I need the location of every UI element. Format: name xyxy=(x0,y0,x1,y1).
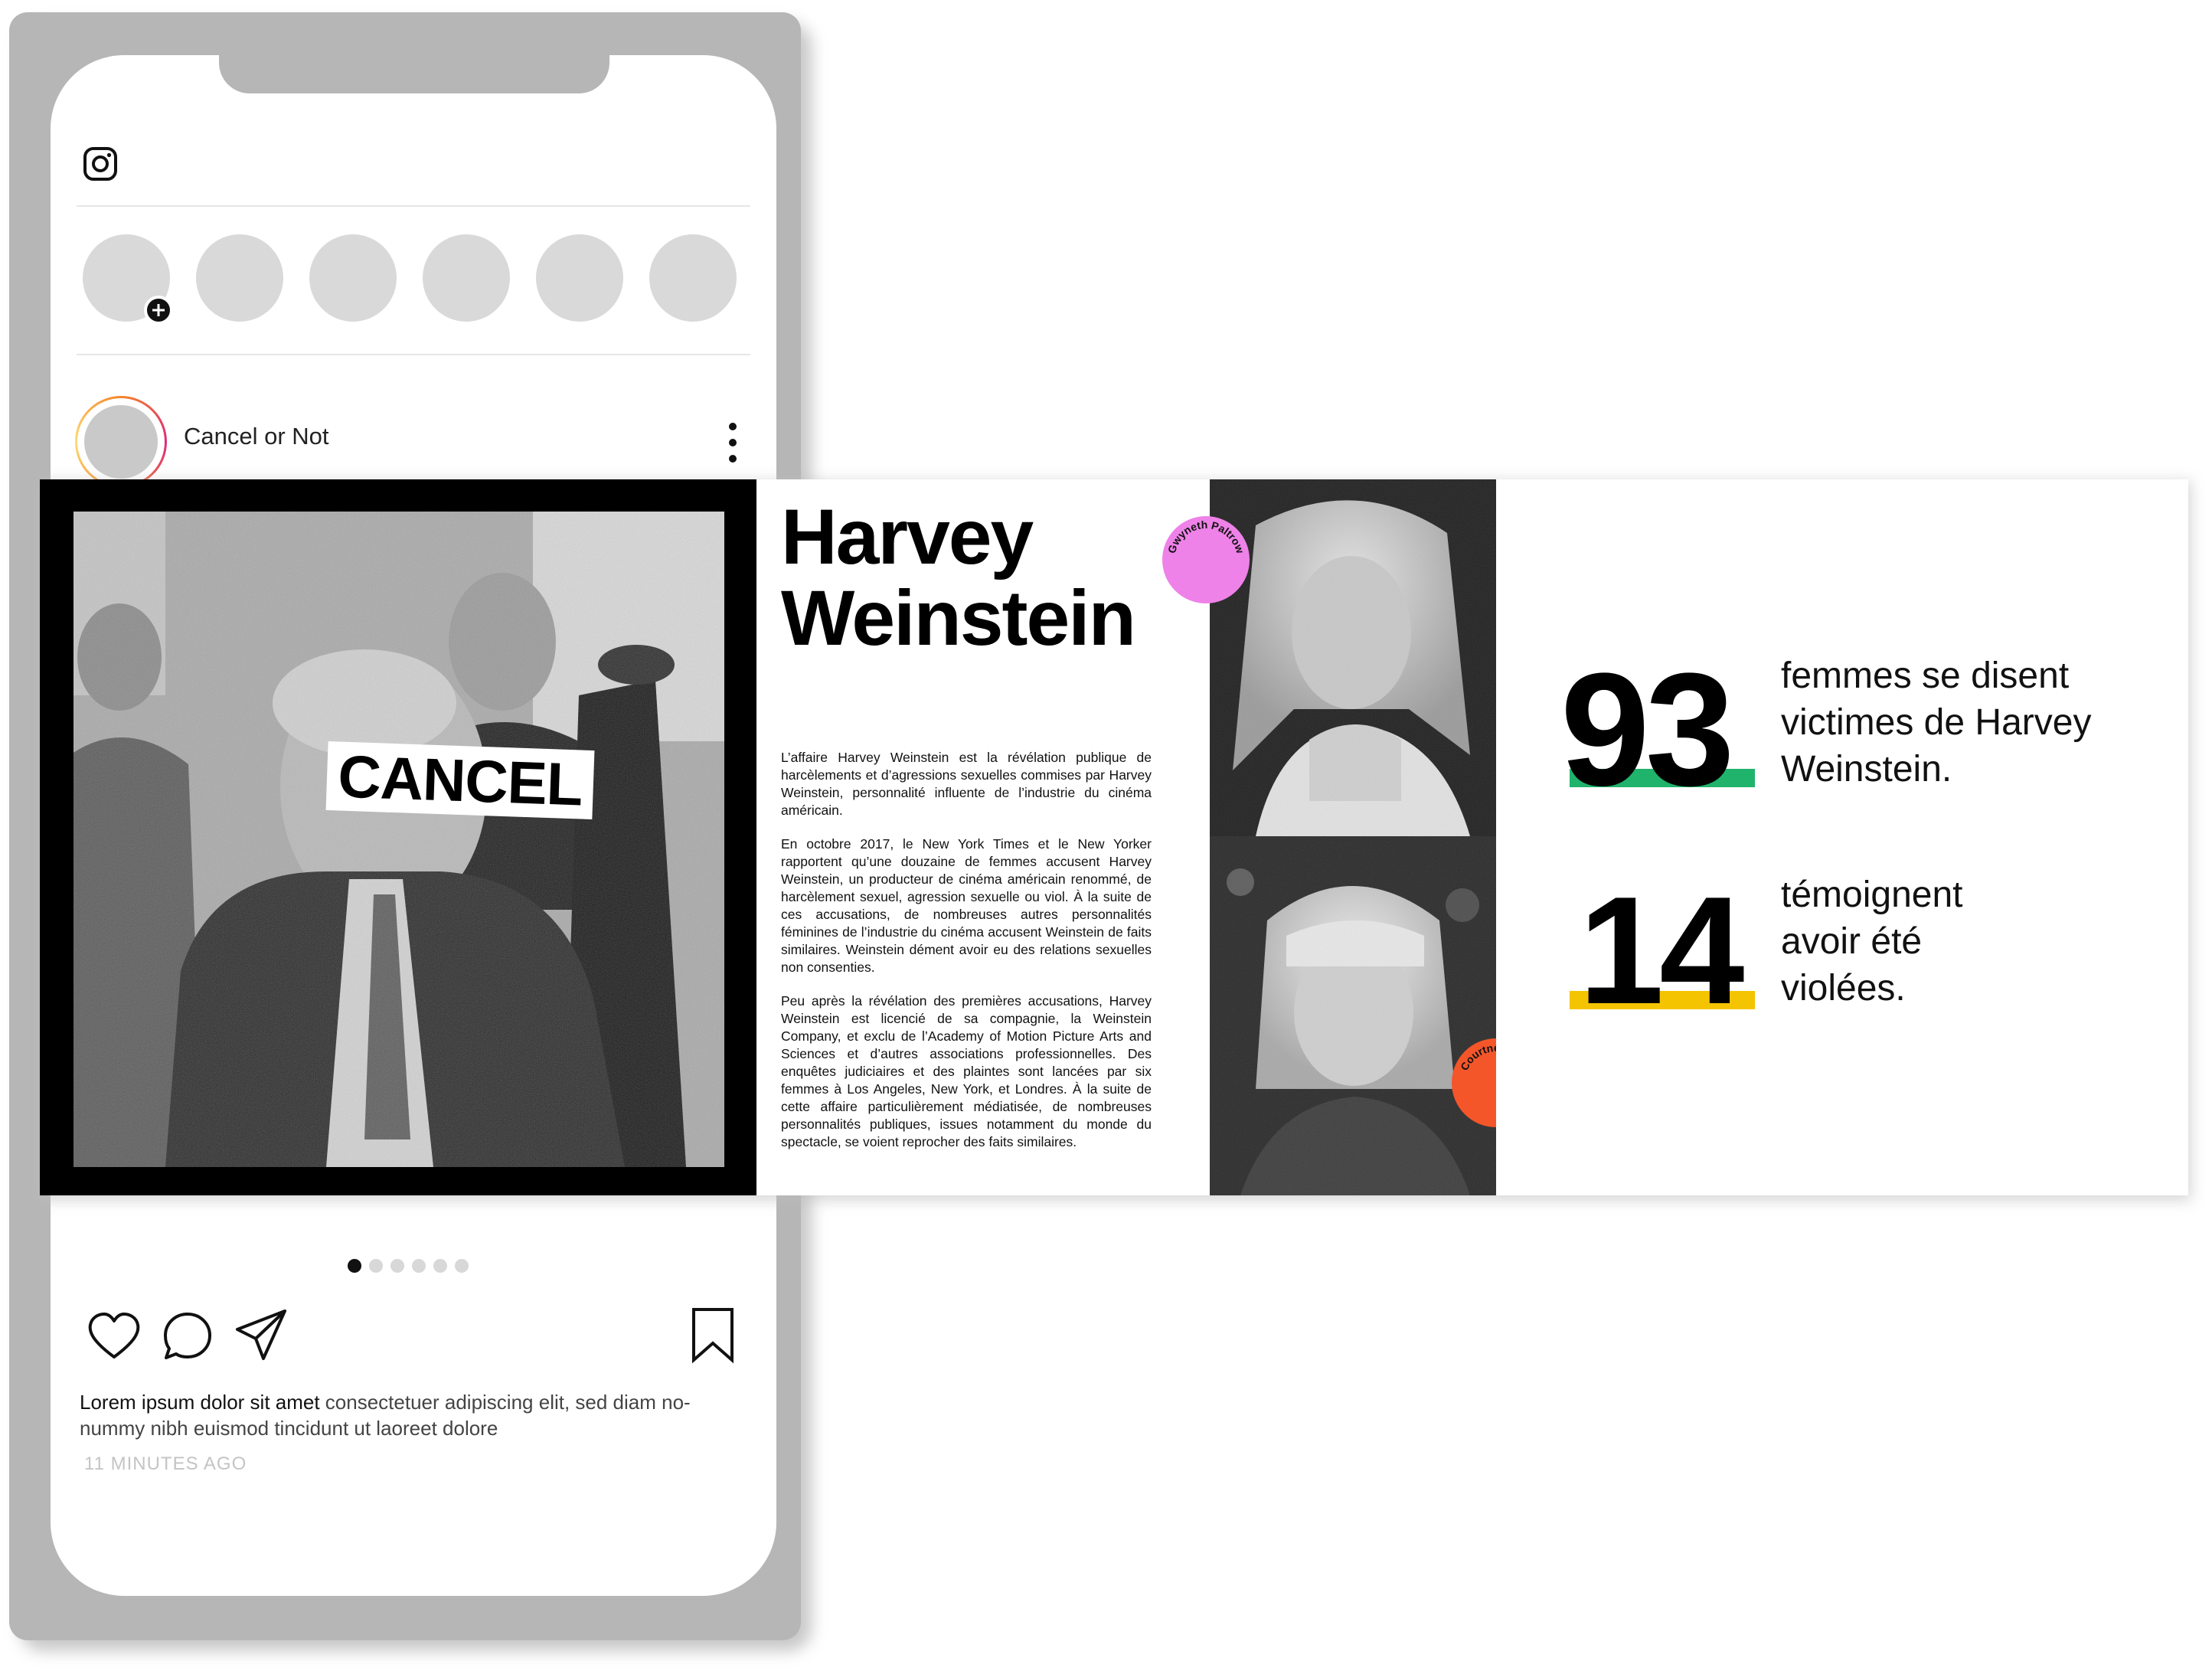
carousel-dot[interactable] xyxy=(412,1259,426,1273)
story-item[interactable] xyxy=(309,234,397,322)
stat-text-line: victimes de Harvey xyxy=(1781,702,2092,743)
stat-number-1: 93 xyxy=(1560,639,1735,819)
stat-text-line: avoir été xyxy=(1781,921,1923,962)
header-divider xyxy=(77,205,750,207)
stat-text-2: témoignent avoir été violées. xyxy=(1781,871,1963,1012)
share-icon[interactable] xyxy=(231,1305,291,1365)
stat-text-line: femmes se disent xyxy=(1781,656,2070,696)
post-timestamp: 11 MINUTES AGO xyxy=(84,1453,247,1474)
add-story-icon[interactable] xyxy=(144,296,173,325)
slide-title-line-1: Harvey xyxy=(781,493,1034,580)
stat-number-2: 14 xyxy=(1579,865,1744,1036)
badge-gwyneth: Gwyneth Paltrow xyxy=(1162,516,1250,603)
stat-text-line: témoignent xyxy=(1781,875,1963,915)
slide-body: L’affaire Harvey Weinstein est la révéla… xyxy=(781,749,1152,1167)
body-paragraph: Peu après la révélation des premières ac… xyxy=(781,993,1152,1149)
cancel-label: CANCEL xyxy=(325,741,595,820)
phone-notch xyxy=(219,55,609,93)
more-options-icon[interactable] xyxy=(727,423,738,466)
carousel-strip[interactable]: CANCEL Harvey Weinstein L’affaire Harvey… xyxy=(40,479,2188,1195)
cover-photo-illustration xyxy=(74,512,724,1167)
carousel-dot[interactable] xyxy=(369,1259,383,1273)
slide-cover: CANCEL xyxy=(40,479,756,1195)
stat-text-1: femmes se disent victimes de Harvey Wein… xyxy=(1781,652,2091,793)
slide-text: Harvey Weinstein L’affaire Harvey Weinst… xyxy=(756,479,1210,1195)
carousel-indicator xyxy=(348,1259,469,1274)
carousel-dot[interactable] xyxy=(455,1259,469,1273)
body-paragraph: En octobre 2017, le New York Times et le… xyxy=(781,836,1152,975)
badge-gwyneth-text: Gwyneth Paltrow xyxy=(1165,518,1246,555)
svg-text:Gwyneth Paltrow: Gwyneth Paltrow xyxy=(1165,518,1246,555)
story-item[interactable] xyxy=(649,234,737,322)
carousel-dot[interactable] xyxy=(433,1259,447,1273)
photo-courtney xyxy=(1210,836,1496,1195)
story-item[interactable] xyxy=(423,234,510,322)
slide-title-line-2: Weinstein xyxy=(781,574,1136,662)
post-caption: Lorem ipsum dolor sit amet consectetuer … xyxy=(80,1389,738,1441)
avatar[interactable] xyxy=(84,405,158,479)
carousel-dot[interactable] xyxy=(348,1259,361,1273)
body-paragraph: L’affaire Harvey Weinstein est la révéla… xyxy=(781,750,1152,818)
cover-photo: CANCEL xyxy=(74,512,724,1167)
story-item[interactable] xyxy=(196,234,283,322)
slide-title: Harvey Weinstein xyxy=(781,496,1210,659)
caption-lead: Lorem ipsum dolor sit amet xyxy=(80,1391,320,1414)
portrait-illustration xyxy=(1210,836,1496,1195)
stories-divider xyxy=(77,354,750,355)
carousel-dot[interactable] xyxy=(390,1259,404,1273)
stat-text-line: violées. xyxy=(1781,968,1906,1009)
slide-stats: 93 femmes se disent victimes de Harvey W… xyxy=(1496,479,2188,1195)
account-name[interactable]: Cancel or Not xyxy=(184,423,329,450)
heart-icon[interactable] xyxy=(84,1306,144,1366)
photo-gwyneth xyxy=(1210,479,1496,836)
story-item[interactable] xyxy=(536,234,623,322)
bookmark-icon[interactable] xyxy=(683,1305,743,1365)
instagram-icon[interactable] xyxy=(83,146,118,181)
portrait-illustration xyxy=(1210,479,1496,836)
stat-text-line: Weinstein. xyxy=(1781,749,1952,790)
badge-label: Gwyneth Paltrow xyxy=(1165,518,1246,555)
comment-icon[interactable] xyxy=(158,1306,217,1366)
